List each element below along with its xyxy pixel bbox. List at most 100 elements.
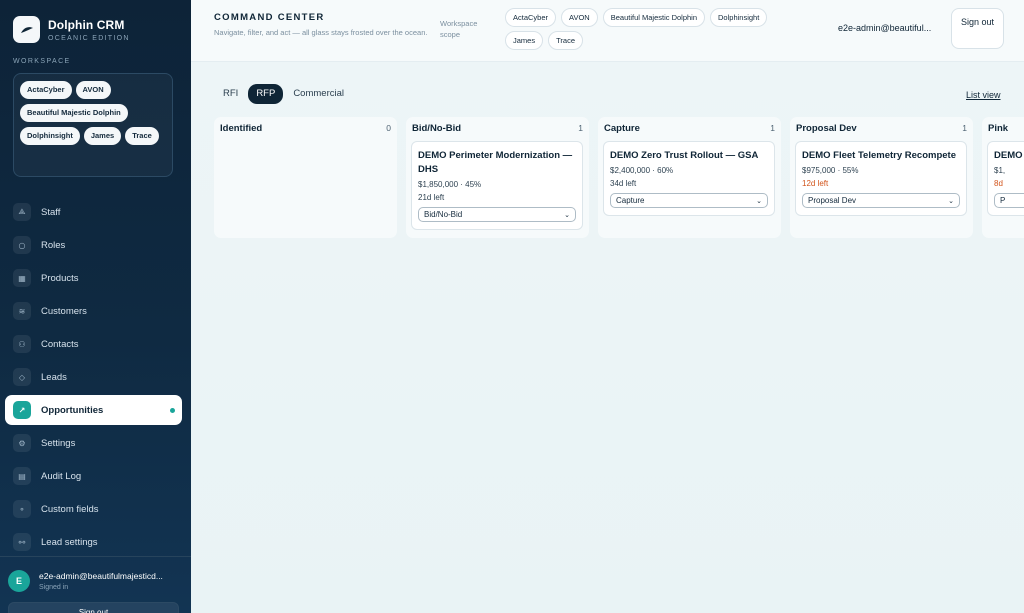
sidebar-item-contacts[interactable]: ⚇ Contacts [5,329,182,359]
sign-out-button[interactable]: Sign out [951,8,1004,49]
sidebar-item-lead-settings[interactable]: ⚯ Lead settings [5,527,182,557]
header-user-email: e2e-admin@beautiful... [838,23,932,33]
stage-select[interactable]: Bid/No-Bid ⌄ [418,207,576,222]
sidebar-item-opportunities[interactable]: ↗ Opportunities [5,395,182,425]
scope-chip[interactable]: Dolphinsight [710,8,768,27]
audit-log-icon: ▤ [13,467,31,485]
sidebar-sign-out-button[interactable]: Sign out [8,602,179,613]
scope-chip[interactable]: Trace [548,31,583,50]
column-title: Bid/No-Bid [412,123,462,134]
scope-chip[interactable]: AVON [561,8,598,27]
customers-icon: ≋ [13,302,31,320]
card-due: 12d left [802,179,829,188]
sidebar-item-label: Audit Log [41,470,82,482]
card-due: 8d [994,179,1003,188]
sidebar-item-leads[interactable]: ◇ Leads [5,362,182,392]
scope-chip[interactable]: Beautiful Majestic Dolphin [602,8,706,27]
sidebar-item-label: Contacts [41,338,79,350]
workspace-chip[interactable]: Trace [125,127,159,145]
sidebar-item-customers[interactable]: ≋ Customers [5,296,182,326]
tab-rfp[interactable]: RFP [248,84,284,104]
card-title[interactable]: DEMO Perimeter Modernization — DHS [418,149,576,177]
column-count: 1 [578,123,583,133]
chevron-down-icon: ⌄ [756,196,762,205]
settings-icon: ⚙ [13,434,31,452]
sidebar-item-roles[interactable]: ○ Roles [5,230,182,260]
sidebar-item-staff[interactable]: ⟁ Staff [5,197,182,227]
column-header: Identified 0 [220,123,391,134]
sidebar-item-custom-fields[interactable]: ⚬ Custom fields [5,494,182,524]
opportunities-icon: ↗ [13,401,31,419]
card-value: $1, [994,166,1006,175]
stage-select[interactable]: Capture ⌄ [610,193,768,208]
workspace-chip[interactable]: James [83,127,122,145]
card-due: 34d left [610,179,637,188]
custom-fields-icon: ⚬ [13,500,31,518]
card-due: 21d left [418,193,445,202]
kanban-column: Pink DEMO Se $1, 8d P⌄ [982,117,1024,238]
chevron-down-icon: ⌄ [948,196,954,205]
page-title: COMMAND CENTER [214,12,325,23]
column-header: Pink [988,123,1024,134]
chevron-down-icon: ⌄ [564,210,570,219]
leads-icon: ◇ [13,368,31,386]
workspace-chip[interactable]: ActaCyber [20,81,72,99]
staff-icon: ⟁ [13,203,31,221]
user-email: e2e-admin@beautifulmajesticd... [39,571,163,581]
workspace-chip[interactable]: Dolphinsight [20,127,80,145]
workspace-chip[interactable]: AVON [75,81,111,99]
stage-select[interactable]: Proposal Dev ⌄ [802,193,960,208]
column-title: Pink [988,123,1009,134]
opportunity-card[interactable]: DEMO Perimeter Modernization — DHS $1,850… [411,141,583,230]
sidebar-item-label: Staff [41,206,61,218]
sidebar-item-label: Settings [41,437,76,449]
user-status: Signed in [39,584,69,591]
kanban-column: Identified 0 [214,117,397,238]
workspace-scope-chips: ActaCyber AVON Beautiful Majestic Dolphin D… [505,8,805,50]
kanban-column: Capture 1 DEMO Zero Trust Rollout — GSA $2,… [598,117,781,238]
column-title: Identified [220,123,263,134]
workspace-label: WORKSPACE [13,58,71,65]
column-title: Proposal Dev [796,123,857,134]
sidebar-item-label: Customers [41,305,87,317]
card-title[interactable]: DEMO Fleet Telemetry Recompete [802,149,960,163]
sidebar-item-products[interactable]: ▦ Products [5,263,182,293]
card-value: $2,400,000 · 60% [610,166,674,175]
opportunity-card[interactable]: DEMO Fleet Telemetry Recompete $975,000 ·… [795,141,967,216]
card-title[interactable]: DEMO Se [994,149,1024,163]
tab-commercial[interactable]: Commercial [285,84,352,104]
sidebar-item-label: Custom fields [41,503,99,515]
column-header: Proposal Dev 1 [796,123,967,134]
card-value: $1,850,000 · 45% [418,180,482,189]
opportunity-card[interactable]: DEMO Se $1, 8d P⌄ [987,141,1024,216]
sidebar-item-label: Products [41,272,79,284]
stage-select[interactable]: P⌄ [994,193,1024,208]
avatar[interactable]: E [8,570,30,592]
column-header: Capture 1 [604,123,775,134]
list-view-link[interactable]: List view [966,90,1001,100]
stage-select-value: Bid/No-Bid [424,210,463,219]
scope-chip[interactable]: James [505,31,544,50]
column-count: 1 [962,123,967,133]
opportunity-card[interactable]: DEMO Zero Trust Rollout — GSA $2,400,000 … [603,141,775,216]
tab-rfi[interactable]: RFI [215,84,246,104]
sidebar-item-label: Roles [41,239,66,251]
active-indicator [170,408,175,413]
user-area: E e2e-admin@beautifulmajesticd... Signed… [0,556,191,613]
scope-chip[interactable]: ActaCyber [505,8,557,27]
contacts-icon: ⚇ [13,335,31,353]
sidebar: Dolphin CRM OCEANIC EDITION WORKSPACE Ac… [0,0,191,613]
sidebar-item-label: Leads [41,371,67,383]
kanban-column: Proposal Dev 1 DEMO Fleet Telemetry Recomp… [790,117,973,238]
sidebar-nav: ⟁ Staff ○ Roles ▦ Products ≋ Customers ⚇ Contacts… [5,197,182,560]
dolphin-logo-icon [13,16,40,43]
card-title[interactable]: DEMO Zero Trust Rollout — GSA [610,149,768,163]
brand[interactable]: Dolphin CRM OCEANIC EDITION [13,16,130,43]
header: COMMAND CENTER Navigate, filter, and act… [191,0,1024,62]
sidebar-item-settings[interactable]: ⚙ Settings [5,428,182,458]
sidebar-item-audit-log[interactable]: ▤ Audit Log [5,461,182,491]
workspace-chip[interactable]: Beautiful Majestic Dolphin [20,104,128,122]
kanban-column: Bid/No-Bid 1 DEMO Perimeter Modernization … [406,117,589,238]
column-count: 1 [770,123,775,133]
main-content: RFI RFP Commercial List view Identified 0 Bi… [191,62,1024,613]
